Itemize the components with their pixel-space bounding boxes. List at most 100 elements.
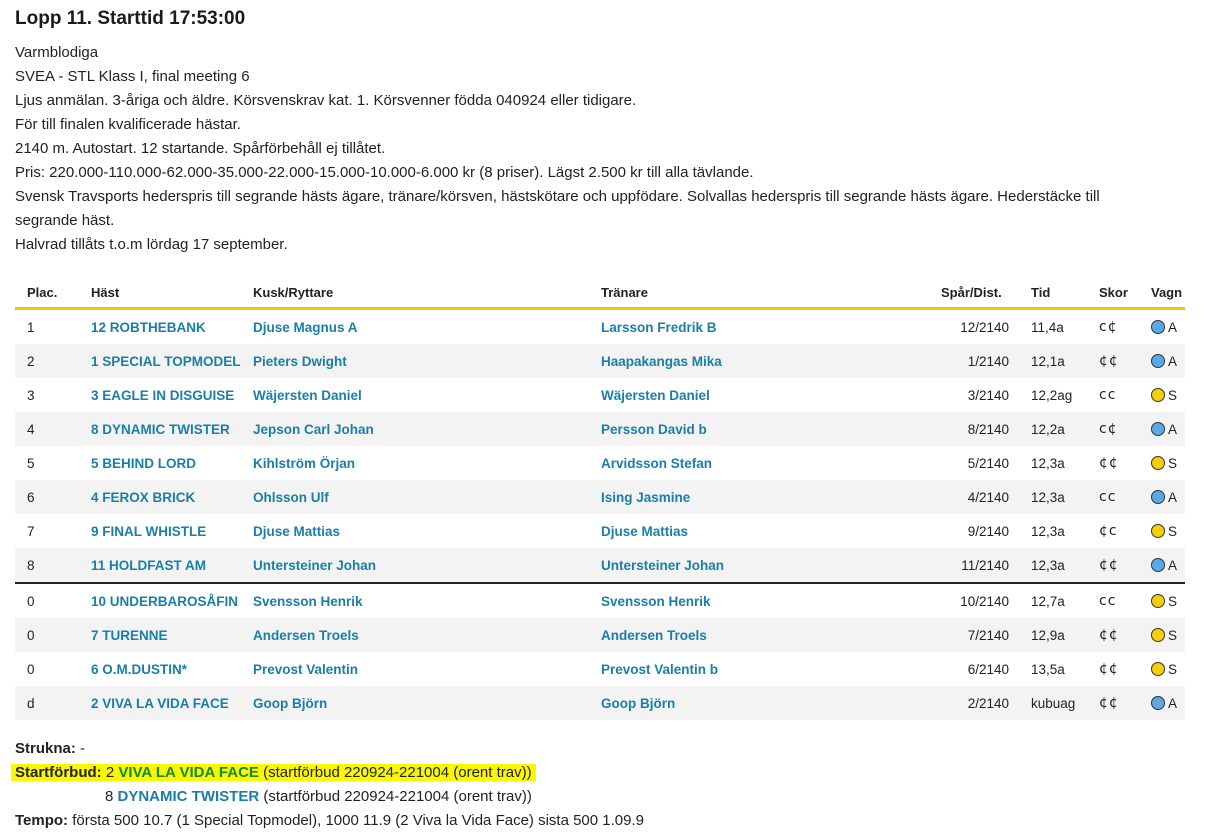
cell-plac: 4 xyxy=(15,412,91,446)
cell-skor: c¢ xyxy=(1099,319,1118,335)
horse-link[interactable]: 10 UNDERBAROSÅFIN xyxy=(91,582,253,618)
cell-skor: ¢¢ xyxy=(1099,661,1119,677)
cell-skor: ¢¢ xyxy=(1099,548,1151,583)
race-line: Halvrad tillåts t.o.m lördag 17 septembe… xyxy=(15,236,288,253)
startforbud-num: 8 xyxy=(105,788,114,805)
sulky-dot-icon xyxy=(1151,387,1165,402)
horse-link[interactable]: 7 TURENNE xyxy=(91,618,253,652)
tempo-label: Tempo: xyxy=(15,812,69,829)
horse-link[interactable]: 11 HOLDFAST AM xyxy=(91,548,253,583)
driver-link[interactable]: Goop Björn xyxy=(253,686,601,720)
race-line: Svensk Travsports hederspris till segran… xyxy=(15,188,1100,229)
driver-link[interactable]: Pieters Dwight xyxy=(253,344,601,378)
cell-plac: 3 xyxy=(27,387,35,403)
header-tranare: Tränare xyxy=(601,277,941,310)
sulky-dot-icon xyxy=(1151,593,1165,608)
cell-plac: 6 xyxy=(15,480,91,514)
table-row: 07 TURENNE Andersen Troels Andersen Troels… xyxy=(15,618,1185,652)
driver-link[interactable]: Djuse Mattias xyxy=(253,514,601,548)
driver-link[interactable]: Svensson Henrik xyxy=(253,582,601,618)
cell-vagn: A xyxy=(1151,686,1185,720)
race-line: Pris: 220.000-110.000-62.000-35.000-22.0… xyxy=(15,164,754,181)
cell-spar: 3/2140 xyxy=(967,387,1009,403)
cell-plac: 5 xyxy=(27,455,35,471)
trainer-link[interactable]: Ising Jasmine xyxy=(601,480,941,514)
header-hast: Häst xyxy=(91,277,253,310)
cell-skor: cc xyxy=(1099,387,1117,403)
cell-vagn: S xyxy=(1151,618,1185,652)
trainer-link[interactable]: Untersteiner Johan xyxy=(601,548,941,583)
table-row: 5 5 BEHIND LORD Kihlström Örjan Arvidsson S… xyxy=(15,446,1185,480)
trainer-link[interactable]: Persson David b xyxy=(601,412,941,446)
driver-link[interactable]: Untersteiner Johan xyxy=(253,548,601,583)
sulky-dot-icon xyxy=(1151,489,1165,504)
race-line: Ljus anmälan. 3-åriga och äldre. Körsven… xyxy=(15,92,637,109)
cell-spar: 10/2140 xyxy=(941,582,1031,618)
trainer-link[interactable]: Svensson Henrik xyxy=(601,582,941,618)
table-row: 64 FEROX BRICK Ohlsson Ulf Ising Jasmine 4/… xyxy=(15,480,1185,514)
horse-link[interactable]: 6 O.M.DUSTIN* xyxy=(91,652,253,686)
cell-tid: 12,3a xyxy=(1031,480,1099,514)
startforbud-num: 2 xyxy=(105,764,115,781)
horse-link[interactable]: 1 SPECIAL TOPMODEL xyxy=(91,344,253,378)
horse-link[interactable]: 2 VIVA LA VIDA FACE xyxy=(91,686,253,720)
cell-skor: c¢ xyxy=(1099,412,1151,446)
startforbud-line-2: 8 DYNAMIC TWISTER (startförbud 220924-22… xyxy=(15,785,1210,809)
trainer-link[interactable]: Andersen Troels xyxy=(601,618,941,652)
horse-link[interactable]: 4 FEROX BRICK xyxy=(91,480,253,514)
cell-spar: 4/2140 xyxy=(941,480,1031,514)
cell-tid: 11,4a xyxy=(1031,319,1064,335)
results-body: 1 12 ROBTHEBANK Djuse Magnus A Larsson Fred… xyxy=(15,309,1185,720)
trainer-link[interactable]: Djuse Mattias xyxy=(601,514,941,548)
startforbud-line-1: Startförbud: 2 VIVA LA VIDA FACE (startf… xyxy=(11,761,1210,785)
horse-link[interactable]: 5 BEHIND LORD xyxy=(91,446,253,480)
horse-link[interactable]: 3 EAGLE IN DISGUISE xyxy=(91,378,253,412)
sulky-dot-icon xyxy=(1151,523,1165,538)
trainer-link[interactable]: Arvidsson Stefan xyxy=(601,446,941,480)
driver-link[interactable]: Ohlsson Ulf xyxy=(253,480,601,514)
cell-skor: ¢c xyxy=(1099,523,1118,539)
driver-link[interactable]: Andersen Troels xyxy=(253,618,601,652)
table-row: d2 VIVA LA VIDA FACE Goop Björn Goop Björn… xyxy=(15,686,1185,720)
table-row: 79 FINAL WHISTLE Djuse Mattias Djuse Matti… xyxy=(15,514,1185,548)
cell-spar: 6/2140 xyxy=(967,661,1009,677)
cell-vagn: A xyxy=(1151,480,1185,514)
driver-link[interactable]: Kihlström Örjan xyxy=(253,446,601,480)
header-tid: Tid xyxy=(1031,277,1099,310)
trainer-link[interactable]: Haapakangas Mika xyxy=(601,344,941,378)
trainer-link[interactable]: Goop Björn xyxy=(601,686,941,720)
trainer-link[interactable]: Larsson Fredrik B xyxy=(601,309,941,345)
cell-tid: 12,3a xyxy=(1031,548,1099,583)
driver-link[interactable]: Jepson Carl Johan xyxy=(253,412,601,446)
startforbud-horse-link[interactable]: DYNAMIC TWISTER xyxy=(118,788,260,805)
race-footer: Strukna: - Startförbud: 2 VIVA LA VIDA F… xyxy=(11,737,1210,833)
trainer-link[interactable]: Prevost Valentin b xyxy=(601,652,941,686)
cell-plac: 0 xyxy=(15,582,91,618)
startforbud-horse-link[interactable]: VIVA LA VIDA FACE xyxy=(118,764,259,781)
horse-link[interactable]: 12 ROBTHEBANK xyxy=(91,309,253,345)
vagn-label: S xyxy=(1168,627,1178,643)
race-line: SVEA - STL Klass I, final meeting 6 xyxy=(15,68,250,85)
horse-link[interactable]: 9 FINAL WHISTLE xyxy=(91,514,253,548)
race-line: 2140 m. Autostart. 12 startande. Spårför… xyxy=(15,140,386,157)
cell-spar: 1/2140 xyxy=(941,344,1031,378)
driver-link[interactable]: Wäjersten Daniel xyxy=(253,378,601,412)
header-skor: Skor xyxy=(1099,277,1151,310)
cell-tid: kubuag xyxy=(1031,686,1099,720)
cell-tid: 12,2ag xyxy=(1031,387,1073,403)
cell-spar: 8/2140 xyxy=(941,412,1031,446)
cell-plac: 8 xyxy=(15,548,91,583)
cell-plac: 0 xyxy=(27,661,35,677)
vagn-label: A xyxy=(1168,489,1178,505)
cell-spar: 7/2140 xyxy=(941,618,1031,652)
driver-link[interactable]: Djuse Magnus A xyxy=(253,309,601,345)
horse-link[interactable]: 8 DYNAMIC TWISTER xyxy=(91,412,253,446)
cell-spar: 2/2140 xyxy=(941,686,1031,720)
startforbud-label: Startförbud: xyxy=(15,764,102,781)
cell-tid: 12,7a xyxy=(1031,582,1099,618)
cell-skor: ¢¢ xyxy=(1099,455,1119,471)
trainer-link[interactable]: Wäjersten Daniel xyxy=(601,378,941,412)
cell-vagn: S xyxy=(1151,378,1185,412)
cell-skor: cc xyxy=(1099,582,1151,618)
driver-link[interactable]: Prevost Valentin xyxy=(253,652,601,686)
